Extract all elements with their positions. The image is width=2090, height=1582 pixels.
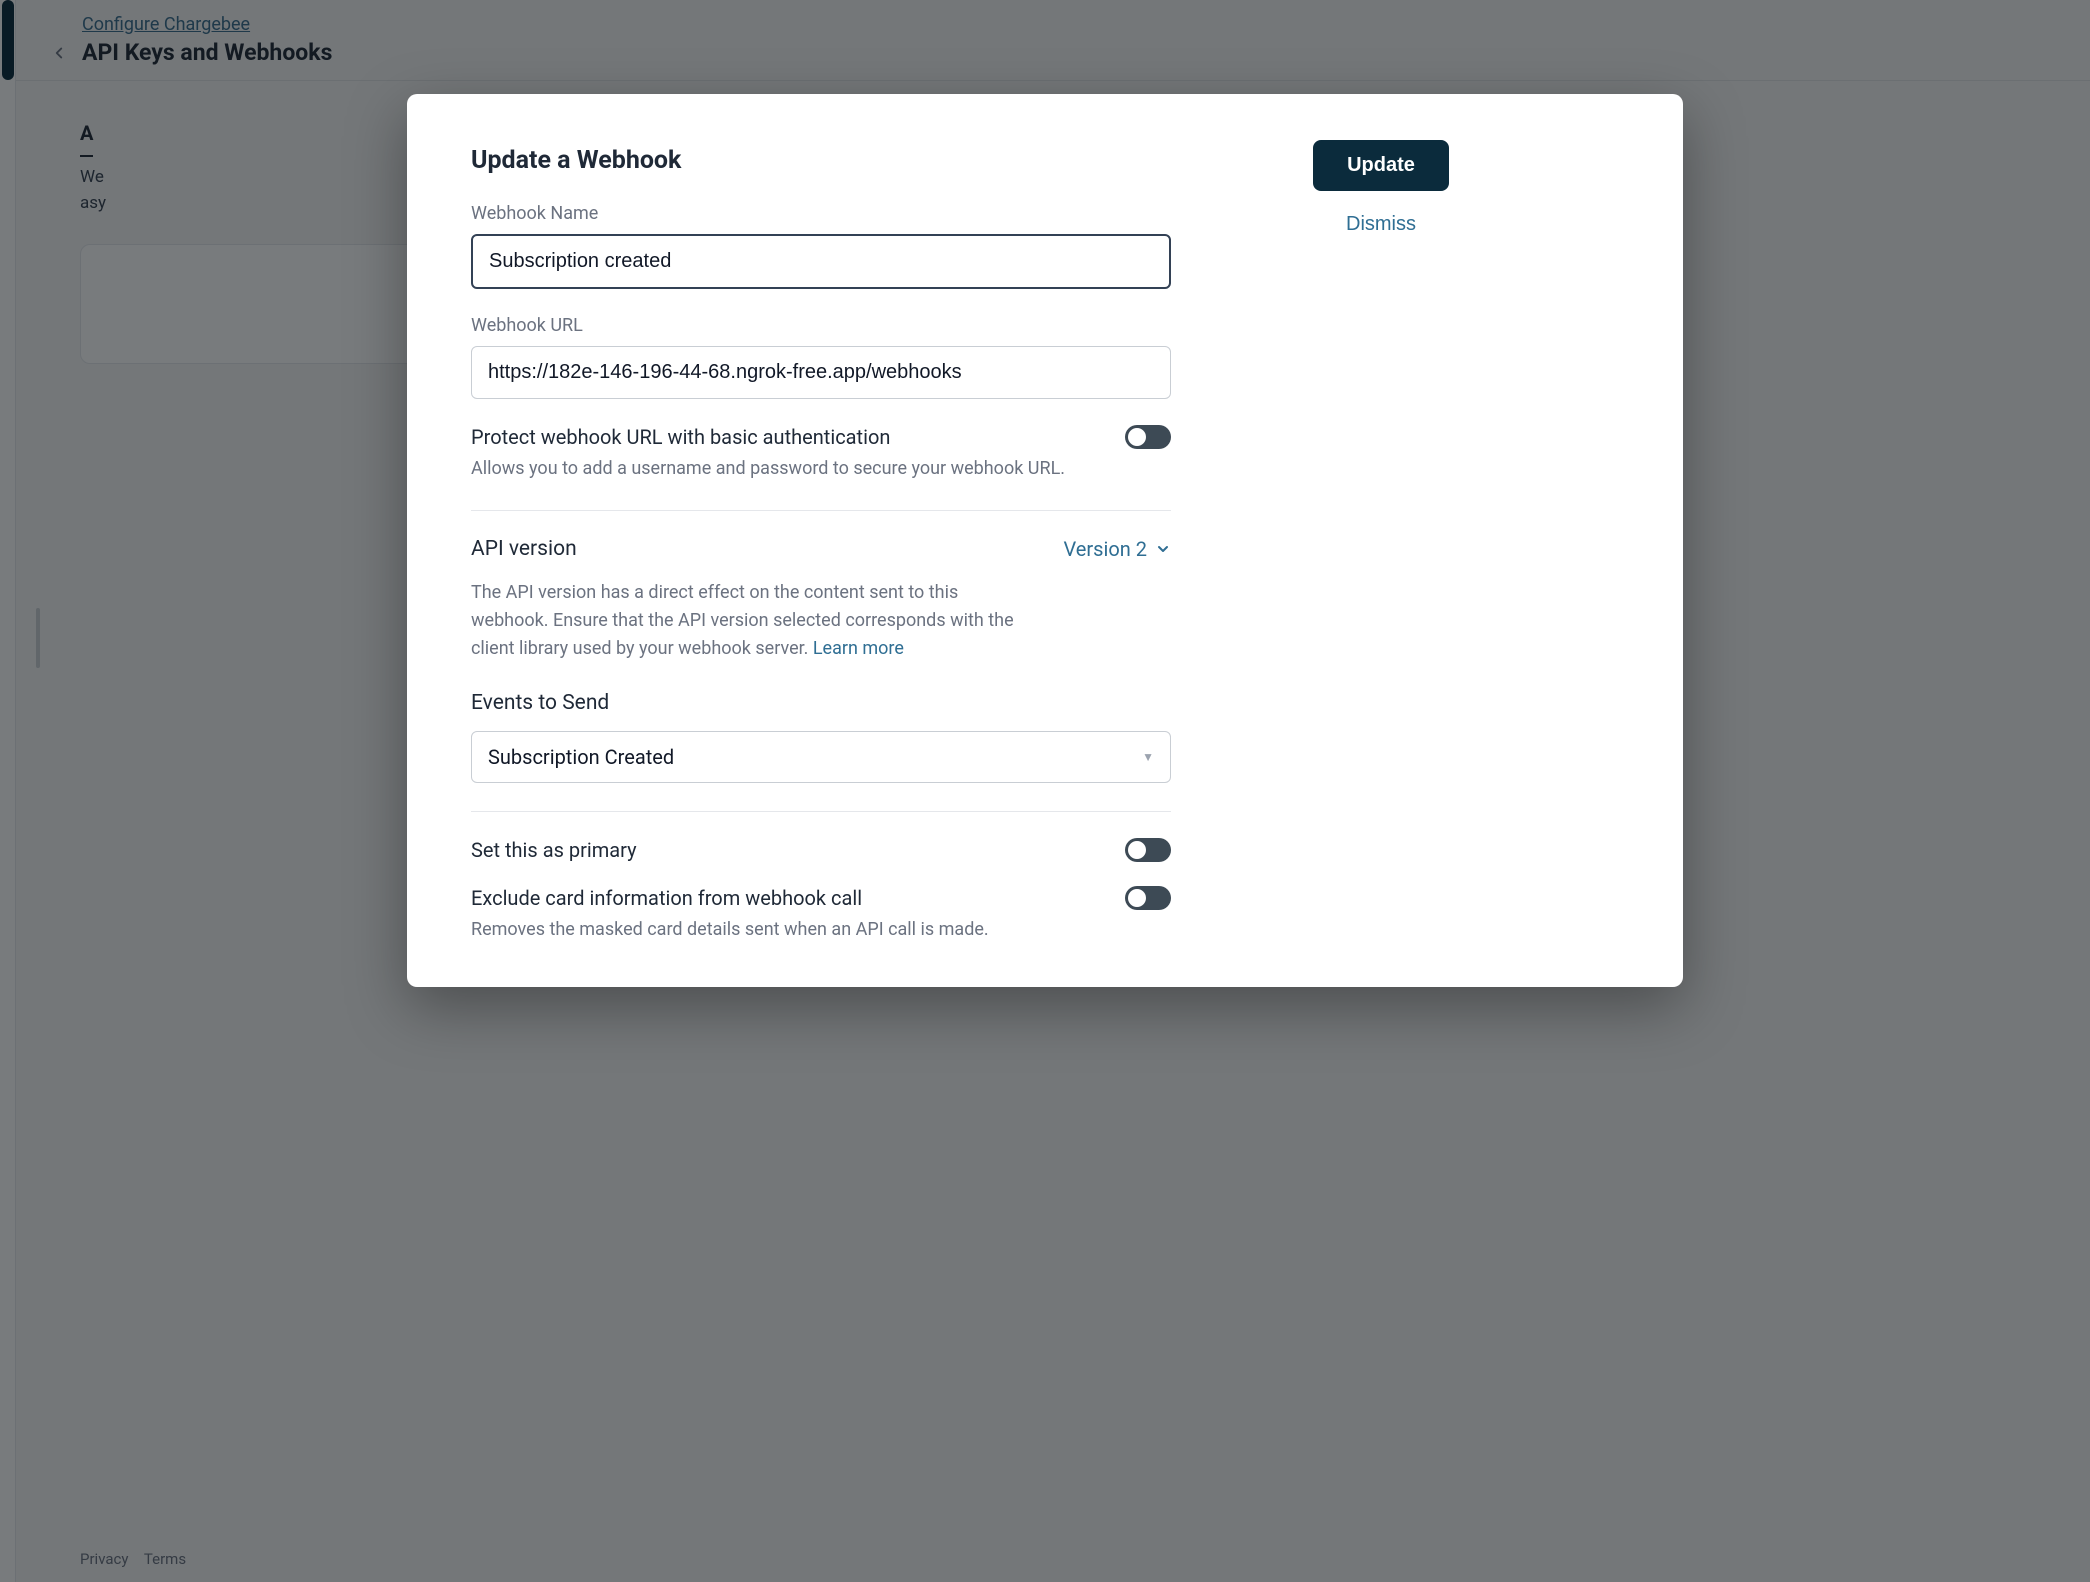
events-select[interactable]: Subscription Created ▼ <box>471 731 1171 783</box>
api-version-value: Version 2 <box>1063 537 1147 561</box>
exclude-card-description: Removes the masked card details sent whe… <box>471 916 989 943</box>
divider-2 <box>471 811 1171 812</box>
chevron-down-icon <box>1155 541 1171 557</box>
update-webhook-modal: Update a Webhook Webhook Name Webhook UR… <box>407 94 1683 987</box>
basic-auth-title: Protect webhook URL with basic authentic… <box>471 425 1065 449</box>
dismiss-button[interactable]: Dismiss <box>1346 213 1416 236</box>
exclude-card-toggle[interactable] <box>1125 886 1171 910</box>
basic-auth-description: Allows you to add a username and passwor… <box>471 455 1065 482</box>
webhook-name-label: Webhook Name <box>471 203 1171 224</box>
caret-down-icon: ▼ <box>1142 750 1154 764</box>
modal-title: Update a Webhook <box>471 146 1171 175</box>
webhook-name-input[interactable] <box>471 234 1171 289</box>
api-version-description: The API version has a direct effect on t… <box>471 579 1031 663</box>
webhook-url-label: Webhook URL <box>471 315 1171 336</box>
primary-toggle[interactable] <box>1125 838 1171 862</box>
events-value: Subscription Created <box>488 745 674 769</box>
events-label: Events to Send <box>471 691 1171 715</box>
divider <box>471 510 1171 511</box>
update-button[interactable]: Update <box>1313 140 1449 191</box>
exclude-card-title: Exclude card information from webhook ca… <box>471 886 989 910</box>
basic-auth-toggle[interactable] <box>1125 425 1171 449</box>
api-version-label: API version <box>471 537 577 561</box>
learn-more-link[interactable]: Learn more <box>813 638 904 659</box>
api-version-select[interactable]: Version 2 <box>1063 537 1171 561</box>
webhook-url-input[interactable] <box>471 346 1171 399</box>
primary-title: Set this as primary <box>471 838 637 862</box>
